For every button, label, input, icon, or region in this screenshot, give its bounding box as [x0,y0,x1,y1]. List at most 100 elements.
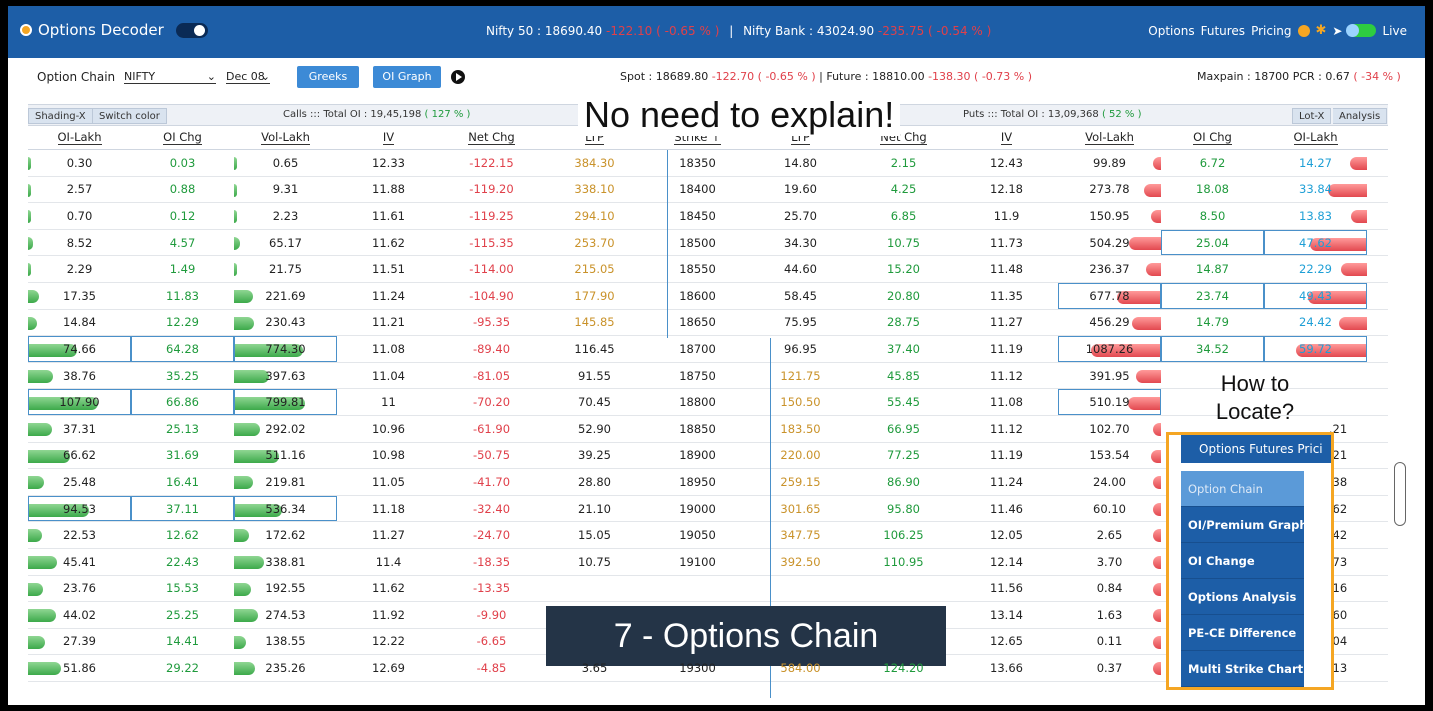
column-header[interactable]: Vol-Lakh [234,126,337,149]
menu-item-options-analysis[interactable]: Options Analysis [1181,579,1304,615]
menu-item-oi-change[interactable]: OI Change [1181,543,1304,579]
scrollbar[interactable] [1394,462,1406,526]
cell-value: 29.22 [166,661,199,676]
put-bar [1151,449,1161,463]
table-cell: 12.29 [131,310,234,336]
switch-color-button[interactable]: Switch color [93,108,167,124]
table-row[interactable]: 74.66 64.28 774.30 11.08 -89.40 116.45 18700 96… [28,336,1388,363]
table-cell: 11.73 [955,230,1058,256]
expiry-select[interactable]: Dec 08 ⌄ [226,70,270,84]
cell-value: 15.20 [887,262,920,277]
cell-value: 44.60 [784,262,817,277]
cell-value: 25.13 [166,421,199,436]
put-bar [1351,210,1367,224]
table-cell: 10.98 [337,443,440,469]
cell-value: -95.35 [472,315,511,330]
cell-value: 18750 [679,368,716,383]
menu-item-option-chain[interactable]: Option Chain [1181,471,1304,507]
table-row[interactable]: 14.84 12.29 230.43 11.21 -95.35 145.85 18650 75… [28,310,1388,337]
table-row[interactable]: 2.57 0.88 9.31 11.88 -119.20 338.10 18400 19.60… [28,177,1388,204]
cell-value: 64.28 [166,341,199,356]
table-cell: 0.03 [131,150,234,176]
column-header[interactable]: OI-Lakh [28,126,131,149]
menu-item-oi-premium-graph[interactable]: OI/Premium Graph [1181,507,1308,543]
top-navbar: Options Decoder Nifty 50 : 18690.40 -122… [8,6,1425,58]
table-cell: 18.08 [1161,177,1264,203]
table-row[interactable]: 17.35 11.83 221.69 11.24 -104.90 177.90 18600 5… [28,282,1388,310]
oi-graph-button[interactable]: OI Graph [373,66,441,88]
table-cell: 301.65 [749,496,852,522]
cell-value: 294.10 [574,208,615,223]
table-row[interactable]: 2.29 1.49 21.75 11.51 -114.00 215.05 18550 44.6… [28,256,1388,283]
table-row[interactable]: 0.70 0.12 2.23 11.61 -119.25 294.10 18450 25.70… [28,203,1388,230]
live-toggle[interactable] [1346,24,1377,37]
table-cell: 18650 [646,310,749,336]
table-cell: 12.43 [955,150,1058,176]
column-header[interactable]: Net Chg [440,126,543,149]
table-cell: 18550 [646,256,749,282]
greeks-button[interactable]: Greeks [297,66,359,88]
cell-value: 16.41 [166,474,199,489]
cell-value: 6.72 [1199,155,1226,170]
expiry-value: Dec 08 [226,70,265,83]
cell-value: 10.75 [887,235,920,250]
table-cell: 0.65 [234,150,337,176]
cell-value: 177.90 [574,288,615,303]
table-cell: 456.29 [1058,310,1161,336]
symbol-select[interactable]: NIFTY ⌄ [124,70,216,84]
cell-value: -122.15 [469,155,514,170]
table-cell: 11.18 [337,496,440,522]
menu-item-pe-ce-difference[interactable]: PE-CE Difference [1181,615,1304,651]
column-header-label: OI Chg [1193,130,1232,145]
oi-bar [28,635,45,649]
cell-value: 22.53 [63,528,96,543]
cell-value: 11.73 [990,235,1023,250]
column-header[interactable]: Vol-Lakh [1058,126,1161,149]
table-cell: 66.95 [852,416,955,442]
user-icon[interactable] [1297,24,1310,37]
table-cell: 44.60 [749,256,852,282]
cell-value: 259.15 [780,474,821,489]
column-header[interactable]: OI Chg [1161,126,1264,149]
cell-value: 11.9 [993,208,1020,223]
cell-value: 45.85 [887,368,920,383]
table-cell: -18.35 [440,549,543,575]
column-header[interactable]: IV [337,126,440,149]
theme-toggle[interactable] [175,22,208,38]
brand[interactable]: Options Decoder [20,21,208,39]
table-cell: 59.72 [1264,336,1367,362]
play-icon[interactable] [451,70,465,84]
nav-options[interactable]: Options [1148,24,1194,38]
cell-value: 12.29 [166,315,199,330]
table-row[interactable]: 38.76 35.25 397.63 11.04 -81.05 91.55 18750 121… [28,363,1388,390]
oi-bar [28,555,57,569]
table-cell: -61.90 [440,416,543,442]
table-cell: -119.25 [440,203,543,229]
telegram-icon[interactable]: ➤ [1332,24,1342,38]
settings-icon[interactable]: ✱ [1316,23,1327,38]
table-cell: 52.90 [543,416,646,442]
analysis-button[interactable]: Analysis [1333,108,1388,124]
table-row[interactable]: 0.30 0.03 0.65 12.33 -122.15 384.30 18350 14.80… [28,150,1388,177]
cell-value: 70.45 [578,395,611,410]
nav-futures[interactable]: Futures [1201,24,1245,38]
cell-value: 511.16 [265,448,306,463]
table-cell: 799.81 [234,389,337,415]
menu-item-multi-strike-chart[interactable]: Multi Strike Chart [1181,651,1304,687]
column-header[interactable]: OI Chg [131,126,234,149]
shading-x-button[interactable]: Shading-X [28,108,93,124]
column-header-label: OI Chg [163,130,202,145]
lot-x-button[interactable]: Lot-X [1292,108,1332,124]
cell-value: -18.35 [472,554,511,569]
table-row[interactable]: 8.52 4.57 65.17 11.62 -115.35 253.70 18500 34.3… [28,229,1388,257]
nav-pricing[interactable]: Pricing [1251,24,1291,38]
table-cell: 65.17 [234,230,337,256]
column-header[interactable]: OI-Lakh [1264,126,1367,149]
table-row[interactable]: 107.90 66.86 799.81 11 -70.20 70.45 18800 150.5… [28,389,1388,416]
oi-bar [28,662,61,676]
cell-value: 21.10 [578,501,611,516]
oi-bar [28,157,31,170]
column-header[interactable]: IV [955,126,1058,149]
oi-bar [28,529,42,543]
cell-value: 34.30 [784,235,817,250]
